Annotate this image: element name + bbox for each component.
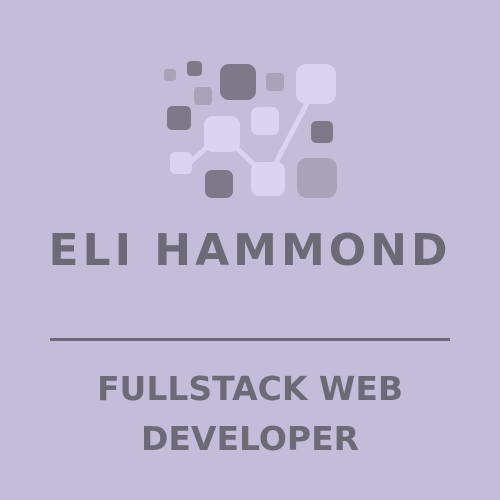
- network-squares-logo-icon: [164, 61, 337, 198]
- logo-square: [187, 61, 202, 76]
- logo-square: [251, 162, 285, 196]
- logo-square: [205, 170, 233, 198]
- logo-square: [164, 69, 176, 81]
- business-card: ELI HAMMOND FULLSTACK WEB DEVELOPER: [0, 0, 500, 500]
- logo-square: [251, 107, 279, 135]
- job-title-line-1: FULLSTACK WEB: [96, 369, 404, 408]
- logo-square: [220, 64, 256, 100]
- logo-square: [194, 87, 212, 105]
- person-name: ELI HAMMOND: [48, 225, 452, 276]
- logo-square: [266, 73, 284, 91]
- logo-square: [311, 121, 333, 143]
- job-title-line-2: DEVELOPER: [140, 419, 360, 458]
- job-title: FULLSTACK WEB DEVELOPER: [0, 364, 500, 464]
- logo-square: [297, 158, 337, 198]
- logo-square: [167, 106, 191, 130]
- logo-square: [296, 64, 336, 104]
- divider: [50, 338, 450, 341]
- logo-square: [170, 152, 192, 174]
- logo-square: [204, 116, 240, 152]
